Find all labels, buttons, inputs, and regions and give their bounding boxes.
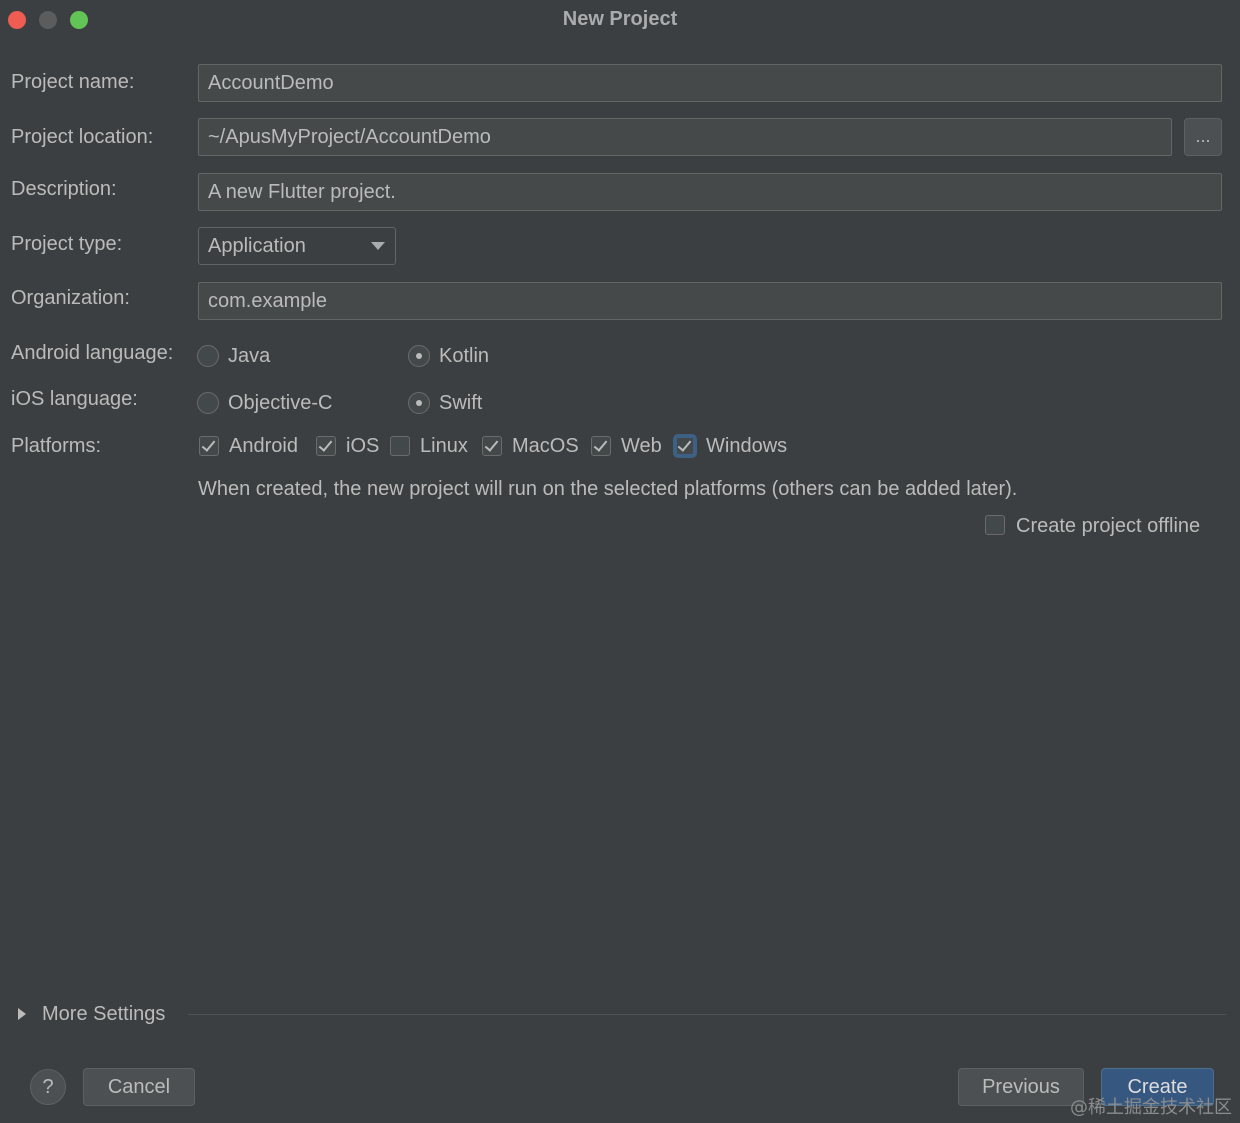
checkbox-linux[interactable]	[390, 436, 410, 456]
radio-objective-c-label: Objective-C	[228, 392, 333, 414]
radio-kotlin-label: Kotlin	[439, 345, 490, 367]
title-bar: New Project	[0, 0, 1240, 40]
checkbox-macos-label: MacOS	[512, 435, 579, 457]
radio-swift-circle[interactable]	[408, 392, 430, 414]
checkbox-web-label: Web	[621, 435, 662, 457]
radio-objective-c-circle[interactable]	[197, 392, 219, 414]
organization-input[interactable]: com.example	[198, 282, 1222, 320]
project-type-value: Application	[208, 235, 306, 257]
new-project-dialog: New Project Project name: AccountDemo Pr…	[0, 0, 1240, 1123]
window-title: New Project	[562, 8, 678, 30]
project-type-label: Project type:	[11, 233, 123, 255]
project-type-dropdown[interactable]: Application	[198, 227, 396, 265]
browse-location-button[interactable]: ...	[1184, 118, 1222, 156]
project-name-input[interactable]: AccountDemo	[198, 64, 1222, 102]
description-input[interactable]: A new Flutter project.	[198, 173, 1222, 211]
platforms-label: Platforms:	[11, 435, 102, 457]
checkbox-ios[interactable]	[316, 436, 336, 456]
android-language-label: Android language:	[11, 342, 174, 364]
checkbox-android[interactable]	[199, 436, 219, 456]
checkbox-create-offline[interactable]	[985, 515, 1005, 535]
platforms-hint: When created, the new project will run o…	[198, 478, 1018, 500]
checkbox-android-label: Android	[229, 435, 298, 457]
cancel-button[interactable]: Cancel	[83, 1068, 195, 1106]
radio-java-label: Java	[228, 345, 271, 367]
radio-swift-label: Swift	[439, 392, 483, 414]
previous-button[interactable]: Previous	[958, 1068, 1084, 1106]
project-location-label: Project location:	[11, 126, 154, 148]
project-name-label: Project name:	[11, 71, 135, 93]
checkbox-web[interactable]	[591, 436, 611, 456]
organization-label: Organization:	[11, 287, 130, 309]
radio-java-circle[interactable]	[197, 345, 219, 367]
more-settings-divider	[188, 1014, 1226, 1015]
project-location-input[interactable]: ~/ApusMyProject/AccountDemo	[198, 118, 1172, 156]
description-label: Description:	[11, 178, 117, 200]
checkbox-windows-label: Windows	[706, 435, 788, 457]
checkbox-ios-label: iOS	[346, 435, 380, 457]
watermark-text: @稀土掘金技术社区	[1070, 1097, 1232, 1118]
ios-language-label: iOS language:	[11, 388, 138, 410]
checkbox-macos[interactable]	[482, 436, 502, 456]
radio-kotlin-circle[interactable]	[408, 345, 430, 367]
chevron-right-icon	[18, 1008, 26, 1020]
help-button[interactable]: ?	[30, 1069, 66, 1105]
more-settings-label: More Settings	[42, 1003, 166, 1025]
checkbox-create-offline-label: Create project offline	[1016, 515, 1201, 537]
checkbox-windows[interactable]	[675, 436, 695, 456]
checkbox-linux-label: Linux	[420, 435, 468, 457]
chevron-down-icon	[371, 242, 385, 250]
